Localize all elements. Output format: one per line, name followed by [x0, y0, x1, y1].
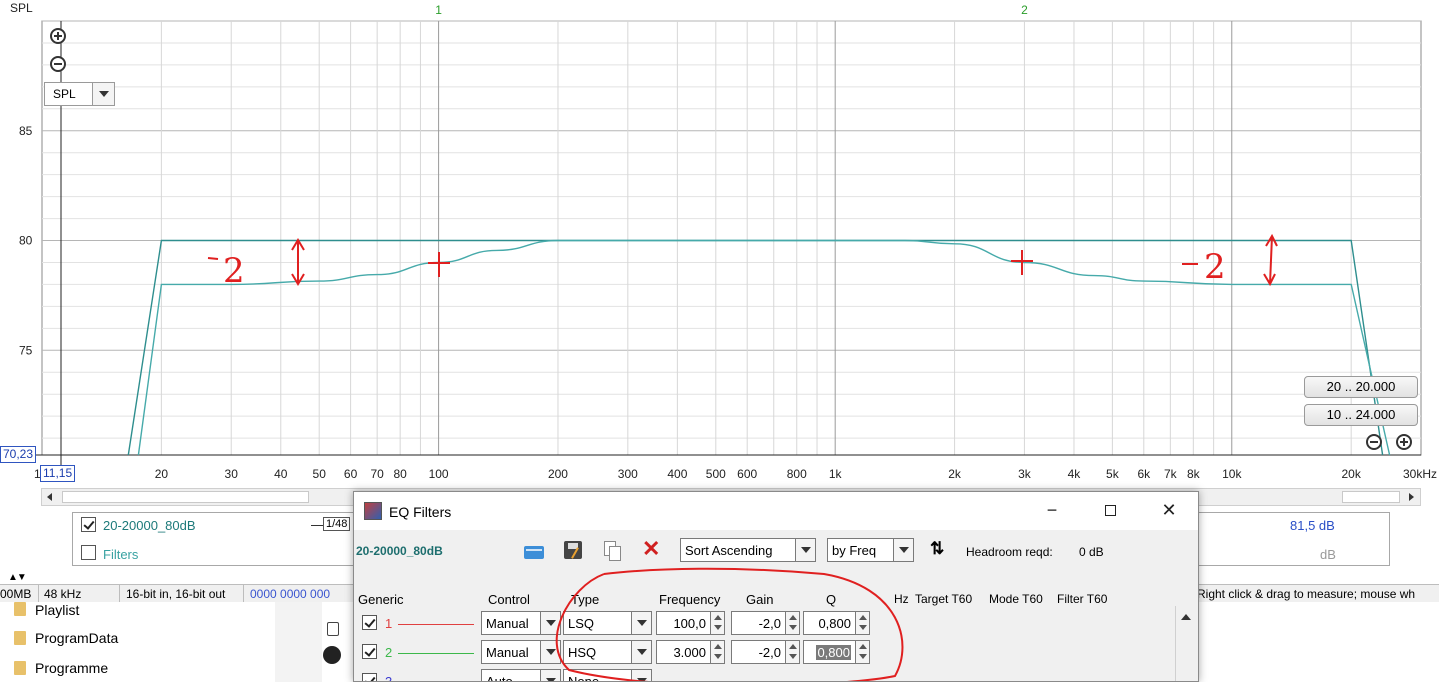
eq-filters-dialog[interactable]: EQ Filters − ✕ 20-20000_80dB ✕ Sort Asce… [353, 491, 1199, 682]
explorer-item-programme[interactable]: Programme [35, 660, 108, 676]
annotation-minus-two-left: 2 [223, 251, 245, 291]
legend-filters-value: dB [1320, 547, 1336, 562]
x-zoom-in-icon[interactable] [1396, 434, 1412, 450]
y-tick-label: 80 [19, 234, 33, 248]
x-tick-label: 6k [1137, 467, 1151, 481]
y-tick-label: 85 [19, 124, 33, 138]
filter-marker-label: 2 [1021, 3, 1028, 17]
x-tick-label: 300 [618, 467, 638, 481]
x-cursor-value: 11,15 [40, 465, 76, 482]
legend-checkbox-filters[interactable] [81, 545, 96, 560]
x-tick-label: 1k [829, 467, 843, 481]
status-hint: Right click & drag to measure; mouse wh [1197, 587, 1416, 601]
app-icon [323, 646, 341, 664]
minus-stroke [207, 257, 219, 260]
status-bits: 16-bit in, 16-bit out [126, 587, 226, 601]
y-cursor-value: 70,23 [0, 446, 37, 463]
x-tick-label: 8k [1187, 467, 1201, 481]
x-tick-label: 2k [948, 467, 962, 481]
y-axis-title: SPL [10, 1, 33, 15]
spl-dropdown-label: SPL [53, 87, 76, 101]
legend-line-sample [311, 525, 323, 526]
x-tick-label: 60 [344, 467, 358, 481]
legend-measurement-name: 20-20000_80dB [103, 518, 196, 533]
filter-marker-label: 1 [435, 3, 442, 17]
scroll-thumb-left[interactable] [62, 491, 309, 503]
x-tick-label: 3k [1018, 467, 1032, 481]
spl-graph[interactable]: SPL 85 80 75 1 20 30 40 50 60 70 80 100 200 300 400 500 6… [0, 0, 1439, 488]
x-tick-label: 20k [1341, 467, 1361, 481]
zoom-out-icon[interactable] [50, 56, 66, 72]
x-tick-label: 80 [393, 467, 407, 481]
x-tick-label: 20 [155, 467, 169, 481]
x-tick-label: 30kHz [1403, 467, 1437, 481]
chevron-down-icon[interactable] [92, 83, 114, 105]
scroll-left-icon[interactable] [42, 489, 60, 505]
x-tick-label: 30 [225, 467, 239, 481]
explorer-divider [275, 602, 341, 682]
range-20-20000-button[interactable]: 20 .. 20.000 [1304, 376, 1418, 398]
smoothing-badge[interactable]: 1/48 [323, 517, 351, 531]
zoom-in-icon[interactable] [50, 28, 66, 44]
x-tick-label: 200 [548, 467, 568, 481]
x-tick-label: 100 [429, 467, 449, 481]
status-rate: 48 kHz [44, 587, 82, 601]
media-icon [327, 622, 339, 636]
spl-dropdown[interactable]: SPL [44, 82, 115, 106]
x-tick-label: 500 [706, 467, 726, 481]
x-zoom-out-icon[interactable] [1366, 434, 1382, 450]
status-hex: 0000 0000 000 [250, 587, 331, 601]
plot-area [41, 20, 1422, 456]
explorer-item-programdata[interactable]: ProgramData [35, 630, 118, 646]
folder-icon [14, 631, 26, 645]
x-tick-label: 4k [1068, 467, 1082, 481]
scroll-thumb-right[interactable] [1342, 491, 1400, 503]
x-tick-label: 400 [667, 467, 687, 481]
y-tick-label: 75 [19, 343, 33, 357]
folder-icon [14, 602, 26, 616]
legend-checkbox-measurement[interactable] [81, 517, 96, 532]
annotation-minus-two-right: 2 [1204, 247, 1226, 287]
x-tick-label: 70 [370, 467, 384, 481]
x-tick-label: 800 [787, 467, 807, 481]
range-10-24000-button[interactable]: 10 .. 24.000 [1304, 404, 1418, 426]
legend-filters-name: Filters [103, 547, 139, 562]
legend-measurement-value: 81,5 dB [1290, 518, 1335, 533]
x-tick-label: 50 [313, 467, 327, 481]
status-memory: 00MB [0, 587, 32, 601]
x-tick-label: 600 [737, 467, 757, 481]
collapse-arrows-icon[interactable]: ▲▼ [8, 572, 27, 583]
annotation-circle [555, 567, 904, 681]
folder-icon [14, 661, 26, 675]
x-tick-label: 40 [274, 467, 288, 481]
x-tick-label: 7k [1164, 467, 1178, 481]
x-tick-label: 10k [1222, 467, 1242, 481]
explorer-item-playlist[interactable]: Playlist [35, 602, 79, 618]
x-tick-label: 5k [1106, 467, 1120, 481]
scroll-right-icon[interactable] [1402, 489, 1420, 505]
